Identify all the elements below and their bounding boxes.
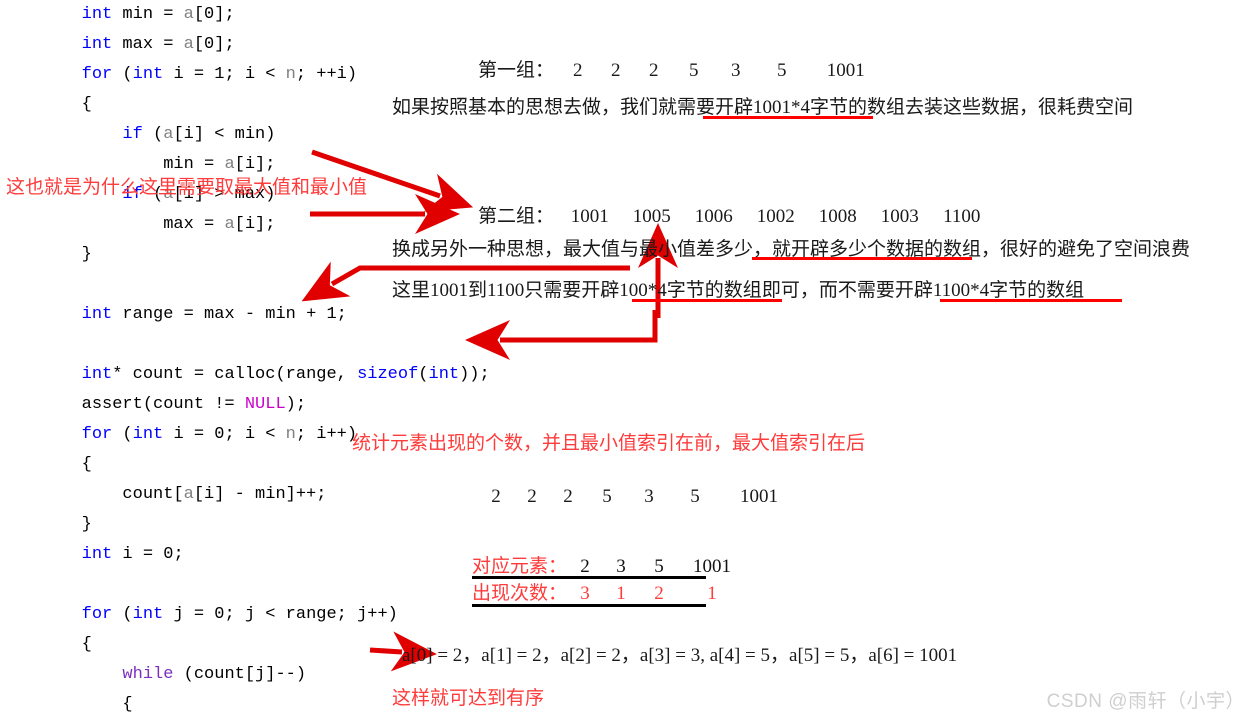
- code-line: for (int i = 1; i < n; ++i): [81, 65, 358, 84]
- group-two-range-note: 这里1001到1100只需要开辟100*4字节的数组即可，而不需要开辟1100*…: [392, 275, 1084, 302]
- value-cell: 5: [690, 486, 700, 507]
- value-cell: 1003: [880, 206, 919, 227]
- code-line: int range = max - min + 1;: [81, 305, 347, 324]
- value-cell: 2: [573, 60, 583, 81]
- group-two-explanation-prefix: 换成另外一种思想，最大值与最小值差多少，: [392, 239, 773, 260]
- underline-100x4: [632, 299, 782, 302]
- group-one-values: 2 2 2 5 3 5 1001: [559, 60, 885, 81]
- group-one-row: 第一组： 2 2 2 5 3 5 1001: [478, 55, 885, 82]
- note-why-min-max: 这也就是为什么这里需要取最大值和最小值: [6, 177, 368, 198]
- value-cell: 1006: [694, 206, 733, 227]
- result-array-text: a[0] = 2，a[1] = 2，a[2] = 2，a[3] = 3, a[4…: [402, 645, 958, 666]
- value-cell: 3: [580, 583, 590, 604]
- frequency-counts-label: 出现次数：: [472, 583, 568, 604]
- value-cell: 2: [527, 486, 537, 507]
- value-cell: 1002: [756, 206, 795, 227]
- range-note-prefix: 这里1001到1100只需要开辟: [392, 280, 620, 301]
- value-cell: 2: [580, 556, 590, 577]
- code-line: }: [0, 515, 92, 534]
- group-one-explanation: 如果按照基本的思想去做，我们就需要开辟1001*4字节的数组去装这些数据，很耗费…: [392, 92, 1133, 119]
- range-note-highlight-2: 1100*4字节的数组: [932, 280, 1085, 301]
- note-count-elements: 统计元素出现的个数，并且最小值索引在前，最大值索引在后: [352, 433, 866, 454]
- frequency-elements-label: 对应元素：: [472, 556, 568, 577]
- value-cell: 2: [654, 583, 664, 604]
- value-cell: 1001: [826, 60, 865, 81]
- group-one-explanation-highlight: 1001*4字节: [753, 97, 849, 118]
- code-line: for (int j = 0; j < range; j++): [81, 605, 398, 624]
- group-one-label: 第一组：: [478, 60, 555, 81]
- group-two-values: 1001 1005 1006 1002 1008 1003 1100: [559, 206, 993, 227]
- value-cell: 2: [649, 60, 659, 81]
- code-line: int max = a[0];: [81, 35, 235, 54]
- group-two-row: 第二组： 1001 1005 1006 1002 1008 1003 1100: [478, 201, 993, 228]
- frequency-counts-values: 3 1 2 1: [567, 583, 745, 604]
- value-cell: 5: [689, 60, 699, 81]
- value-cell: 2: [611, 60, 621, 81]
- frequency-elements-values: 2 3 5 1001: [567, 556, 745, 577]
- range-note-highlight-1: 100*4字节的数组: [619, 280, 762, 301]
- value-cell: 1008: [818, 206, 857, 227]
- underline-alloc-count: [752, 257, 972, 260]
- screenshot-canvas: int min = a[0]; int max = a[0]; for (int…: [0, 0, 1257, 721]
- value-cell: 5: [602, 486, 612, 507]
- value-cell: 1001: [570, 206, 609, 227]
- code-line: int min = a[0];: [81, 5, 235, 24]
- value-cell: 5: [777, 60, 787, 81]
- value-cell: 3: [644, 486, 654, 507]
- value-cell: 1: [707, 583, 717, 604]
- value-cell: 1001: [693, 556, 732, 577]
- frequency-row-elements: 对应元素： 2 3 5 1001: [472, 551, 745, 578]
- value-cell: 1005: [632, 206, 671, 227]
- code-line: int* count = calloc(range, sizeof(int));: [81, 365, 490, 384]
- value-cell: 3: [616, 556, 626, 577]
- group-two-explanation-suffix: ，很好的避免了空间浪费: [981, 239, 1191, 260]
- value-cell: 1: [616, 583, 626, 604]
- group-one-explanation-prefix: 如果按照基本的思想去做，我们就需要开辟: [392, 97, 754, 118]
- note-sorted-result: 这样就可达到有序: [392, 688, 545, 709]
- frequency-row-counts: 出现次数： 3 1 2 1: [472, 578, 745, 605]
- arrow-calloc-note: [465, 310, 658, 360]
- code-line: if (a[i] < min): [122, 125, 276, 144]
- csdn-watermark: CSDN @雨轩（小宇）: [1046, 691, 1245, 712]
- range-note-middle: 即可，而不需要开辟: [761, 280, 933, 301]
- group-one-explanation-suffix: 的数组去装这些数据，很耗费空间: [848, 97, 1134, 118]
- value-cell: 1001: [740, 486, 778, 507]
- value-cell: 1100: [943, 206, 981, 227]
- code-line: int i = 0;: [81, 545, 184, 564]
- value-cell: 2: [491, 486, 501, 507]
- value-cell: 2: [563, 486, 573, 507]
- sample-array-values: 2 2 2 5 3 5 1001: [478, 486, 798, 508]
- code-line: count[a[i] - min]++;: [0, 485, 327, 504]
- code-line: assert(count != NULL);: [0, 395, 307, 414]
- group-two-label: 第二组：: [478, 206, 555, 227]
- underline-1100x4: [940, 299, 1122, 302]
- underline-frequency-counts: [472, 604, 706, 607]
- value-cell: 5: [654, 556, 664, 577]
- underline-1001x4: [703, 116, 873, 119]
- value-cell: 3: [731, 60, 741, 81]
